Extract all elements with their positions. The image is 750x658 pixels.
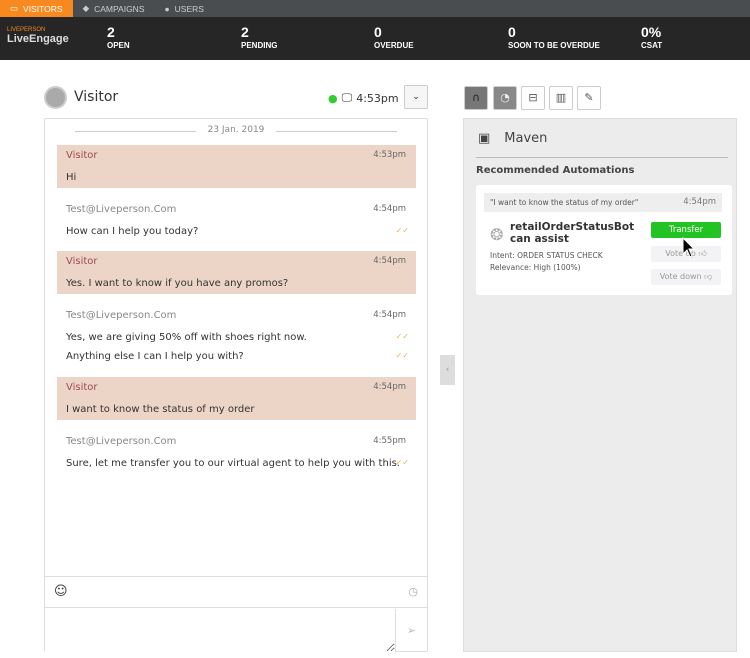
edit-icon[interactable]: ✎ [577, 86, 601, 110]
message-text: I want to know the status of my order [66, 404, 255, 415]
chevron-down-icon[interactable]: ⌄ [404, 85, 428, 109]
maven-title: Maven [504, 131, 548, 146]
message-text: How can I help you today? ✓✓ [66, 226, 409, 237]
stat-csat: 0% CSAT [641, 24, 663, 50]
message-text: Yes, we are giving 50% off with shoes ri… [66, 332, 409, 343]
sender: Test@Liveperson.Com [66, 310, 177, 321]
chat-toolbar: ☺ ◷ [45, 576, 427, 608]
intent: Intent: ORDER STATUS CHECK [490, 251, 603, 260]
read-check-icon: ✓✓ [395, 332, 409, 341]
thumbs-down-icon: 👎︎ [704, 272, 713, 281]
sender: Visitor [66, 150, 98, 161]
timestamp: 4:53pm [373, 150, 406, 160]
visitor-time: 4:53pm [356, 91, 399, 105]
message-text: Anything else I can I help you with? ✓✓ [66, 351, 409, 362]
chat-panel: 23 Jan. 2019 Visitor 4:53pm Hi Test@Liveper… [44, 118, 428, 652]
stat-pending: 2 PENDING [241, 24, 278, 50]
agent-message: Test@Liveperson.Com 4:55pm Sure, let me tr… [57, 431, 416, 474]
send-icon[interactable]: ➢ [395, 609, 427, 652]
timestamp: 4:54pm [373, 310, 406, 320]
message-input[interactable] [45, 609, 395, 652]
logo: LIVEPERSON LiveEngage [7, 27, 69, 45]
read-check-icon: ✓✓ [395, 351, 409, 360]
section-title: Recommended Automations [476, 165, 635, 176]
brain-icon: ❂ [490, 225, 504, 244]
visitor-name: Visitor [74, 89, 119, 105]
user-icon: ● [164, 3, 170, 14]
visitor-header: Visitor ● 🖵 4:53pm ⌄ [44, 85, 428, 111]
bot-name: retailOrderStatusBot can assist [510, 221, 635, 245]
stat-overdue: 0 OVERDUE [374, 24, 414, 50]
history-icon[interactable]: ◔ [493, 86, 517, 110]
collapse-handle[interactable]: ‹ [440, 355, 455, 385]
date-divider: 23 Jan. 2019 [75, 125, 397, 135]
sender: Test@Liveperson.Com [66, 204, 177, 215]
avatar [44, 86, 67, 109]
agent-message: Test@Liveperson.Com 4:54pm How can I help … [57, 199, 416, 242]
timestamp: 4:54pm [373, 256, 406, 266]
relevance: Relevance: High (100%) [490, 263, 581, 272]
stat-soon-overdue: 0 SOON TO BE OVERDUE [508, 24, 600, 50]
online-status-icon: ● [328, 91, 338, 105]
desktop-icon: 🖵 [341, 91, 353, 104]
sender: Test@Liveperson.Com [66, 436, 177, 447]
top-nav: ▭ VISITORS ◆ CAMPAIGNS ● USERS [0, 0, 750, 17]
visitor-message: Visitor 4:54pm I want to know the status o… [57, 377, 416, 420]
divider [476, 157, 728, 158]
message-text: Sure, let me transfer you to our virtual… [66, 458, 409, 469]
timestamp: 4:54pm [373, 382, 406, 392]
timestamp: 4:55pm [373, 436, 406, 446]
binders-icon[interactable]: ▥ [549, 86, 573, 110]
vote-down-button[interactable]: Vote down 👎︎ [651, 269, 721, 285]
sender: Visitor [66, 382, 98, 393]
message-text: Hi [66, 172, 77, 183]
read-check-icon: ✓✓ [395, 458, 409, 467]
stats-bar: LIVEPERSON LiveEngage 2 OPEN 2 PENDING 0 OVE… [0, 17, 750, 60]
briefcase-icon[interactable]: ⊟ [521, 86, 545, 110]
tag-icon: ◆ [82, 3, 90, 13]
message-text: Yes. I want to know if you have any prom… [66, 278, 289, 289]
tab-visitors[interactable]: ▭ VISITORS [0, 0, 73, 17]
maven-panel: ▣ Maven Recommended Automations "I want t… [463, 118, 737, 652]
chat-icon: ▭ [10, 3, 19, 13]
visitor-message: Visitor 4:53pm Hi [57, 145, 416, 188]
thumbs-up-icon: 👍︎ [698, 249, 707, 258]
timestamp: 4:54pm [373, 204, 406, 214]
clock-icon[interactable]: ◷ [408, 585, 418, 598]
tab-users[interactable]: ● USERS [155, 0, 214, 17]
headset-icon[interactable]: ∩ [464, 86, 488, 110]
emoji-icon[interactable]: ☺ [54, 584, 68, 599]
agent-message: Test@Liveperson.Com 4:54pm Yes, we are giv… [57, 305, 416, 367]
visitor-message: Visitor 4:54pm Yes. I want to know if you … [57, 251, 416, 294]
quoted-message: "I want to know the status of my order" 4… [484, 193, 722, 212]
tab-campaigns[interactable]: ◆ CAMPAIGNS [73, 0, 155, 17]
stat-open: 2 OPEN [107, 24, 130, 50]
mouse-cursor-icon [682, 237, 696, 258]
sender: Visitor [66, 256, 98, 267]
id-card-icon: ▣ [478, 131, 491, 146]
read-check-icon: ✓✓ [395, 226, 409, 235]
transfer-button[interactable]: Transfer [651, 222, 721, 238]
